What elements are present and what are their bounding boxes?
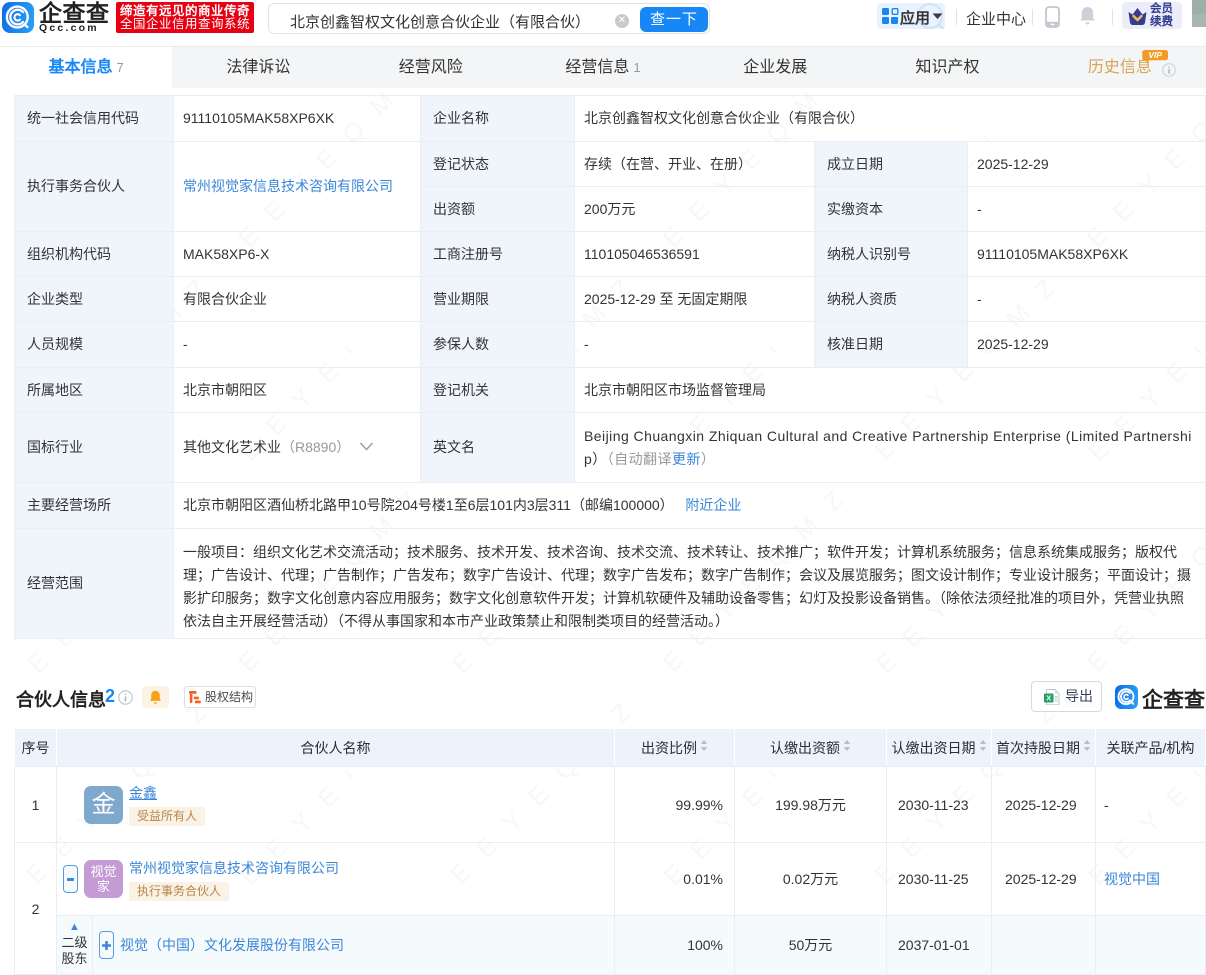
svg-text:VIP: VIP: [1148, 50, 1162, 60]
svg-text:X: X: [1046, 694, 1051, 703]
